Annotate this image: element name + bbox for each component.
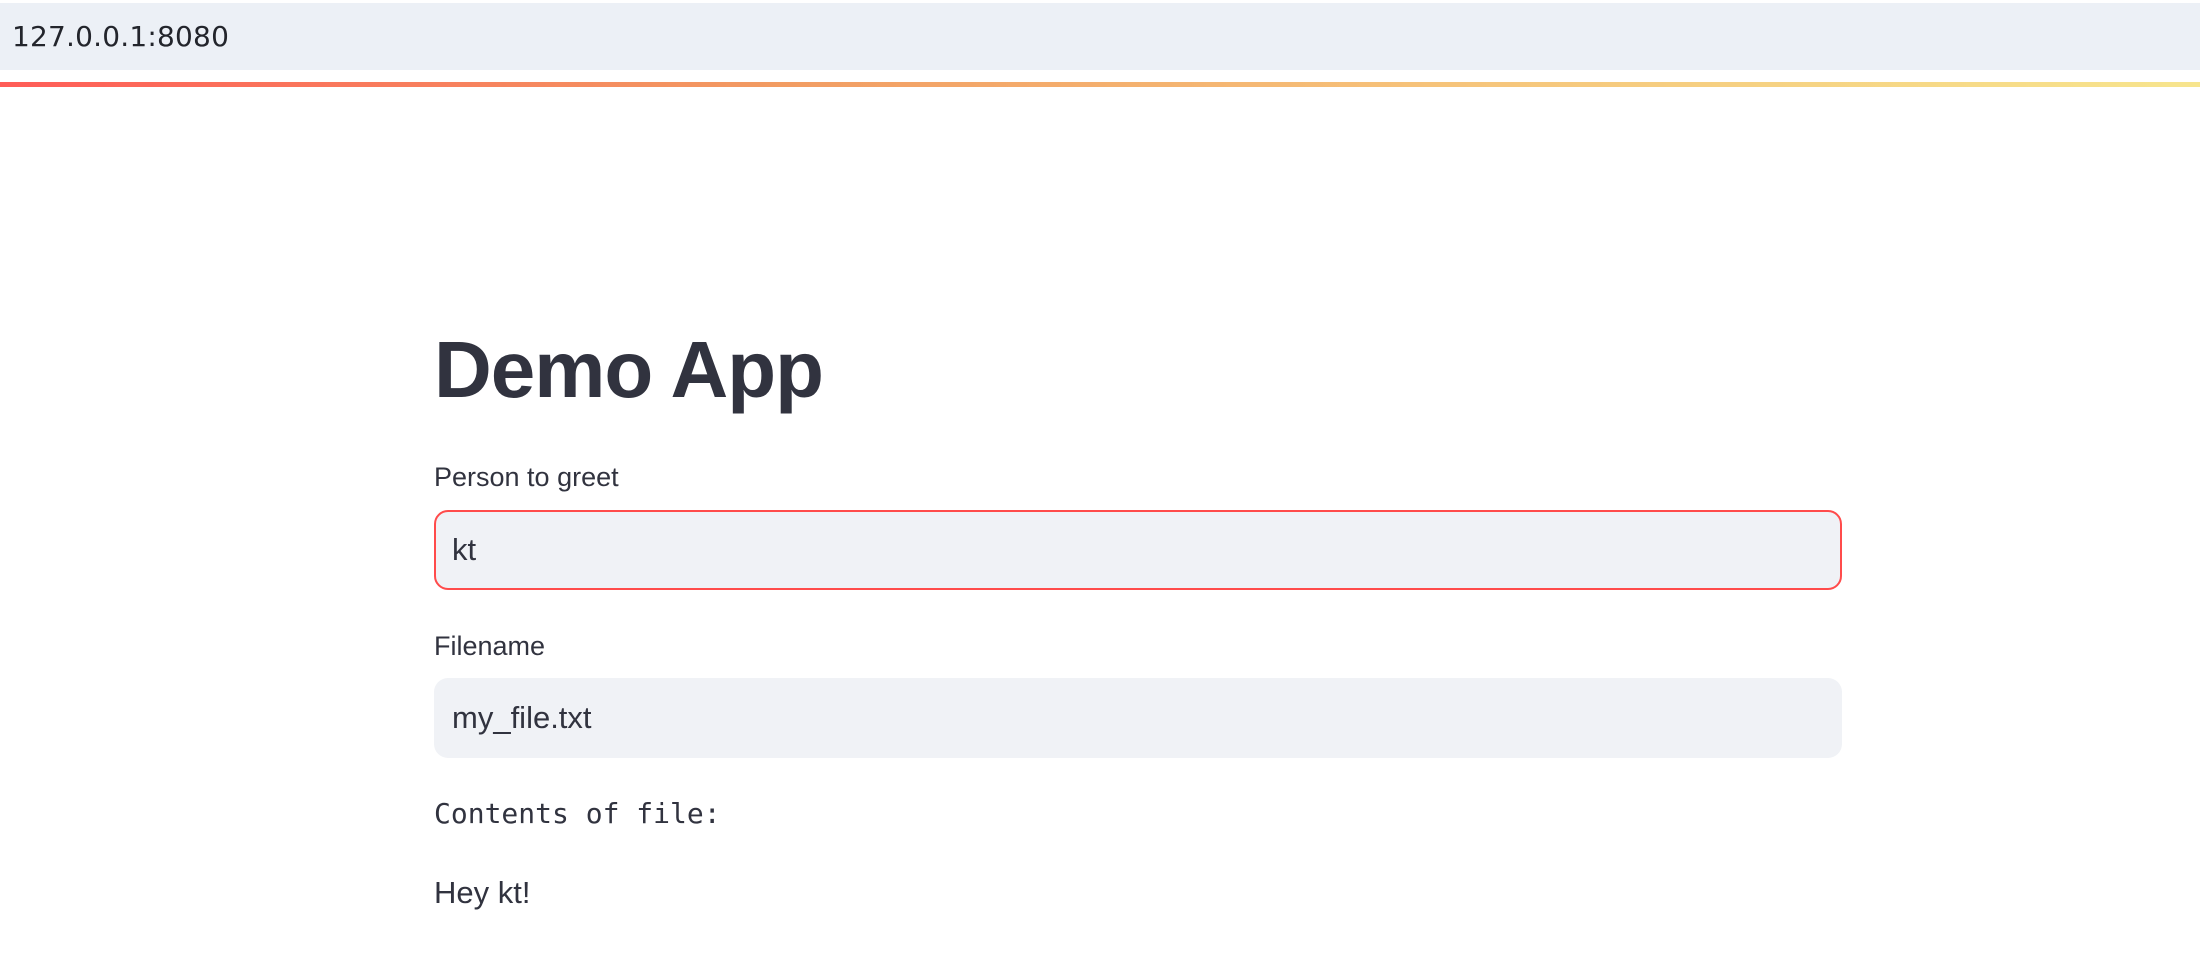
filename-label: Filename: [434, 631, 546, 661]
page-title: Demo App: [434, 325, 824, 414]
greeting-text: Hey kt!: [434, 875, 531, 910]
person-to-greet-label: Person to greet: [434, 462, 619, 492]
person-to-greet-input[interactable]: [434, 510, 1842, 590]
filename-input[interactable]: [434, 678, 1842, 758]
url-text: 127.0.0.1:8080: [12, 20, 230, 53]
browser-url-bar[interactable]: 127.0.0.1:8080: [0, 3, 2200, 70]
header-decoration-stripe: [0, 82, 2200, 87]
contents-of-file-label: Contents of file:: [434, 797, 721, 830]
